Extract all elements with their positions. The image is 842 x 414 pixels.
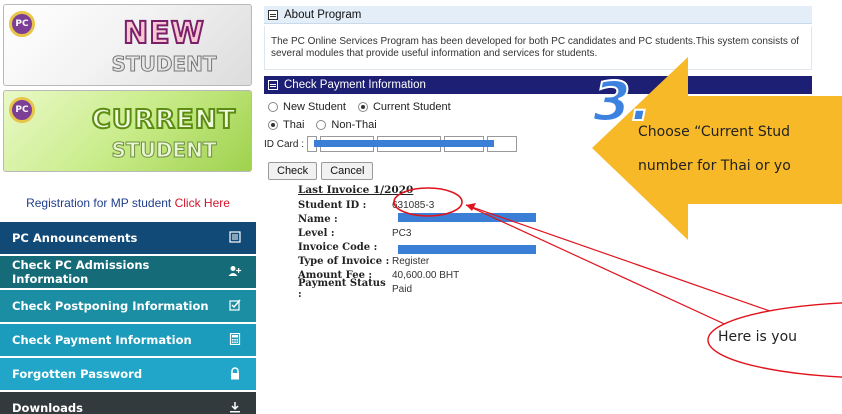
amount-fee-value: 40,600.00 BHT — [392, 269, 460, 281]
table-row: Payment Status : Paid — [298, 278, 459, 300]
about-program-body: The PC Online Services Program has been … — [264, 26, 812, 70]
document-list-icon — [228, 231, 242, 245]
id-card-label: ID Card : — [264, 138, 305, 150]
sidebar-item-label: Downloads — [12, 401, 83, 414]
check-payment-header: Check Payment Information — [264, 76, 812, 94]
about-program-header: About Program — [264, 6, 812, 24]
list-icon — [268, 9, 278, 20]
invoice-title: Last Invoice 1/2020 — [298, 184, 414, 196]
level-label: Level : — [298, 227, 335, 239]
sidebar-item-label: Check Payment Information — [12, 333, 192, 347]
sidebar-item-check-payment[interactable]: Check Payment Information — [0, 324, 256, 356]
pc-logo: PC — [9, 97, 35, 123]
redaction-mask — [398, 245, 536, 254]
student-id-label: Student ID : — [298, 199, 367, 211]
sidebar-item-label: Check Postponing Information — [12, 299, 209, 313]
check-button[interactable]: Check — [268, 162, 318, 180]
current-banner-title: CURRENT — [91, 104, 237, 136]
cancel-button[interactable]: Cancel — [321, 162, 374, 180]
new-student-radio[interactable] — [268, 102, 278, 112]
pc-logo: PC — [9, 11, 35, 37]
edit-check-icon — [228, 299, 242, 313]
table-row: Level : PC3 — [298, 226, 459, 240]
about-program-title: About Program — [284, 8, 362, 21]
download-icon — [228, 401, 242, 414]
redaction-mask — [398, 213, 536, 222]
current-student-banner[interactable]: PC CURRENT STUDENT — [3, 90, 252, 172]
calculator-icon — [228, 332, 242, 347]
new-student-radio-label: New Student — [283, 101, 346, 113]
new-banner-title: NEW — [122, 16, 205, 51]
sidebar: PC NEW STUDENT PC CURRENT STUDENT Regist… — [0, 0, 256, 414]
sidebar-item-check-postponing[interactable]: Check Postponing Information — [0, 290, 256, 322]
check-payment-title: Check Payment Information — [284, 79, 426, 91]
table-row: Student ID : 631085-3 — [298, 198, 459, 212]
invoice-code-label: Invoice Code : — [298, 241, 378, 253]
nationality-radio-group: Thai Non-Thai — [268, 119, 377, 131]
list-icon — [268, 80, 278, 90]
speech-bubble-text: Here is you — [718, 329, 798, 345]
current-student-radio[interactable] — [357, 102, 368, 112]
thai-radio-label: Thai — [283, 119, 305, 131]
sidebar-item-label: Check PC Admissions Information — [12, 258, 150, 286]
level-value: PC3 — [392, 227, 412, 239]
name-label: Name : — [298, 213, 338, 225]
sidebar-menu: PC Announcements Check PC Admissions Inf… — [0, 222, 256, 414]
non-thai-radio[interactable] — [316, 120, 327, 130]
thai-radio[interactable] — [268, 120, 278, 130]
mp-registration: Registration for MP student Click Here — [0, 196, 256, 210]
payment-status-label: Payment Status : — [298, 278, 386, 300]
student-type-radio-group: New Student Current Student — [268, 101, 451, 113]
lock-icon — [228, 367, 242, 381]
form-buttons: Check Cancel — [268, 162, 377, 180]
current-student-radio-label: Current Student — [372, 101, 451, 113]
new-student-banner[interactable]: PC NEW STUDENT — [3, 4, 252, 86]
sidebar-item-pc-announcements[interactable]: PC Announcements — [0, 222, 256, 254]
non-thai-radio-label: Non-Thai — [331, 119, 377, 131]
new-banner-subtitle: STUDENT — [111, 52, 217, 76]
main-content: About Program The PC Online Services Pro… — [264, 0, 842, 414]
table-row: Type of Invoice : Register — [298, 254, 459, 268]
student-id-value: 631085-3 — [392, 199, 435, 211]
sidebar-item-downloads[interactable]: Downloads — [0, 392, 256, 414]
mp-registration-link[interactable]: Click Here — [175, 196, 230, 210]
sidebar-item-check-pc-admissions[interactable]: Check PC Admissions Information — [0, 256, 256, 288]
invoice-type-label: Type of Invoice : — [298, 255, 390, 267]
invoice-details: Last Invoice 1/2020 Student ID : 631085-… — [298, 184, 460, 300]
sidebar-item-label: Forgotten Password — [12, 367, 143, 381]
current-banner-subtitle: STUDENT — [111, 138, 217, 162]
user-add-icon — [228, 265, 242, 279]
sidebar-item-label: PC Announcements — [12, 231, 138, 245]
invoice-type-value: Register — [392, 255, 430, 267]
redaction-mask — [314, 140, 494, 147]
sidebar-item-forgotten-password[interactable]: Forgotten Password — [0, 358, 256, 390]
payment-status-value: Paid — [392, 283, 413, 295]
mp-registration-text: Registration for MP student — [26, 196, 172, 210]
arrow-instruction-line-1: Choose “Current Stud — [638, 124, 791, 140]
arrow-instruction-line-2: number for Thai or yo — [638, 158, 791, 174]
